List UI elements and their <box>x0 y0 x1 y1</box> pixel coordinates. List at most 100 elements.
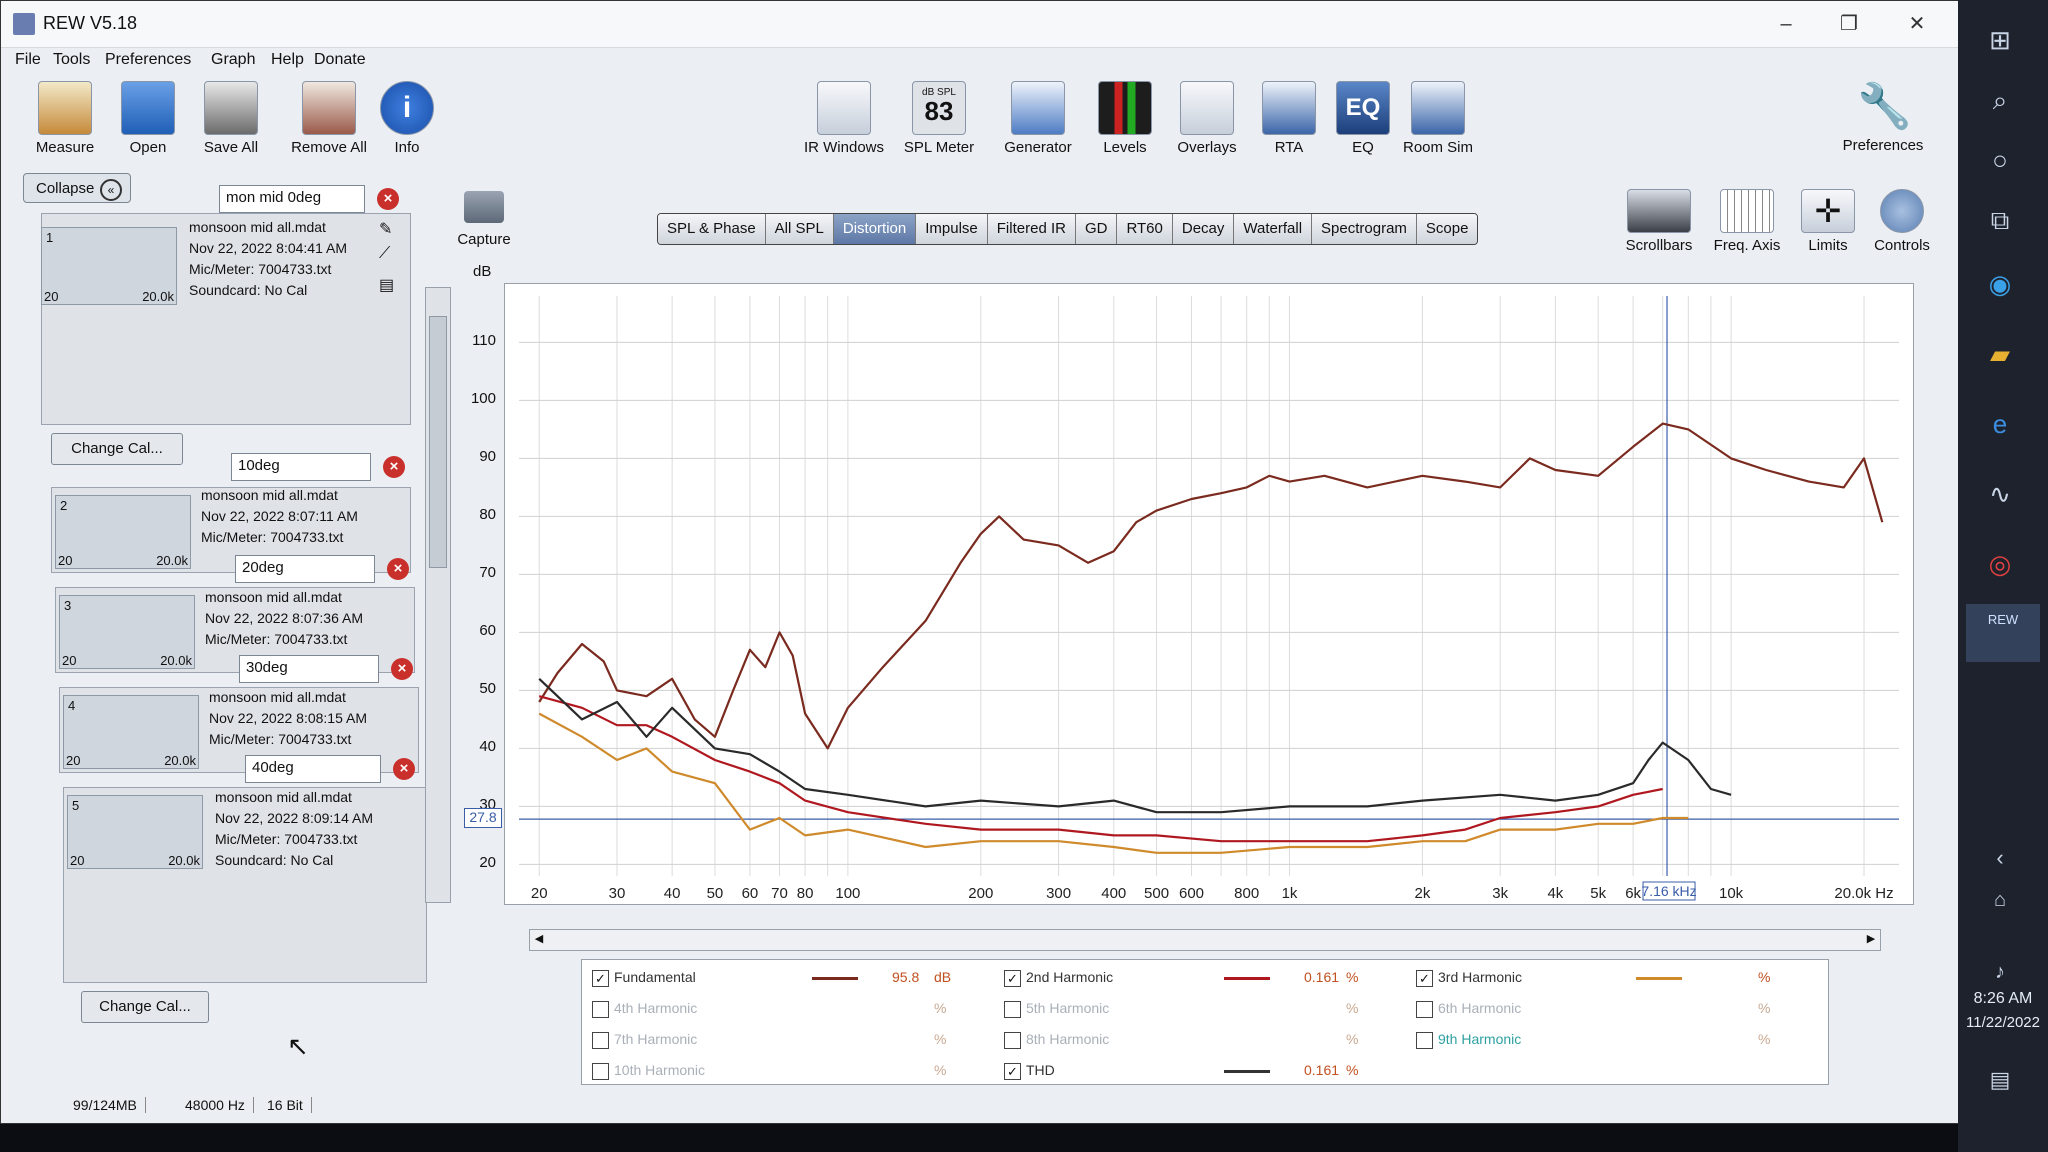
spl-meter-button[interactable]: dB SPL 83 SPL Meter <box>895 81 983 156</box>
chevron-up-icon[interactable]: ‹ <box>1980 838 2020 878</box>
distortion-graph[interactable]: 20 30 40 50 60 70 80 100 200 300 400 500 600 800 1k 2k 3… <box>504 283 1914 905</box>
menu-graph[interactable]: Graph <box>211 51 255 69</box>
tab-distortion[interactable]: Distortion <box>833 214 917 244</box>
measurement-name-field[interactable]: 20deg <box>235 555 375 583</box>
tab-filtered-ir[interactable]: Filtered IR <box>987 214 1076 244</box>
measurements-scrollbar[interactable] <box>425 287 451 903</box>
tab-waterfall[interactable]: Waterfall <box>1234 214 1313 244</box>
menu-preferences[interactable]: Preferences <box>105 51 191 69</box>
minimize-icon[interactable]: – <box>1766 9 1806 39</box>
measurement-thumbnail[interactable]: 3 20 20.0k <box>59 595 195 669</box>
tab-all-spl[interactable]: All SPL <box>765 214 834 244</box>
measurement-thumbnail[interactable]: 1 20 20.0k <box>41 227 177 305</box>
measurement-name-field[interactable]: 10deg <box>231 453 371 481</box>
scroll-left-icon[interactable]: ◀ <box>532 932 546 946</box>
measurement-thumbnail[interactable]: 2 20 20.0k <box>55 495 191 569</box>
controls-button[interactable]: Controls <box>1867 189 1937 254</box>
scrollbars-button[interactable]: Scrollbars <box>1617 189 1701 254</box>
tab-spl-phase[interactable]: SPL & Phase <box>658 214 766 244</box>
freq-axis-button[interactable]: Freq. Axis <box>1707 189 1787 254</box>
scroll-right-icon[interactable]: ▶ <box>1864 932 1878 946</box>
collapse-button[interactable]: Collapse « <box>23 173 131 203</box>
scrollbar-thumb[interactable] <box>429 316 447 568</box>
8th-harmonic-checkbox[interactable] <box>1004 1032 1021 1049</box>
room-sim-button[interactable]: Room Sim <box>1397 81 1479 156</box>
measurement-name-field[interactable]: 40deg <box>245 755 381 783</box>
3rd-harmonic-checkbox[interactable]: ✓ <box>1416 970 1433 987</box>
measurement-name-field[interactable]: 30deg <box>239 655 379 683</box>
info-button[interactable]: i Info <box>379 81 435 156</box>
change-cal-button[interactable]: Change Cal... <box>81 991 209 1023</box>
measurement-thumbnail[interactable]: 5 20 20.0k <box>67 795 203 869</box>
open-button[interactable]: Open <box>113 81 183 156</box>
volume-icon[interactable]: ♪ <box>1980 952 2020 992</box>
tab-gd[interactable]: GD <box>1075 214 1118 244</box>
tab-decay[interactable]: Decay <box>1172 214 1235 244</box>
eq-button[interactable]: EQ EQ <box>1331 81 1395 156</box>
9th-harmonic-checkbox[interactable] <box>1416 1032 1433 1049</box>
save-all-button[interactable]: Save All <box>193 81 269 156</box>
thd-checkbox[interactable]: ✓ <box>1004 1063 1021 1080</box>
search-icon[interactable]: ⌕ <box>1980 80 2020 120</box>
tab-impulse[interactable]: Impulse <box>916 214 988 244</box>
tab-scope[interactable]: Scope <box>1416 214 1478 244</box>
measure-button[interactable]: Measure <box>27 81 103 156</box>
restore-icon[interactable]: ❐ <box>1829 9 1869 39</box>
measurement-name-field[interactable]: mon mid 0deg <box>219 185 365 213</box>
collapse-chevron-icon: « <box>100 179 122 201</box>
6th-harmonic-checkbox[interactable] <box>1416 1001 1433 1018</box>
limits-button[interactable]: ✛ Limits <box>1793 189 1863 254</box>
capture-button[interactable]: Capture <box>449 191 519 248</box>
remove-measurement-icon[interactable]: × <box>387 558 409 580</box>
measurement-thumbnail[interactable]: 4 20 20.0k <box>63 695 199 769</box>
cortana-icon[interactable]: ○ <box>1980 140 2020 180</box>
preferences-button[interactable]: 🔧 Preferences <box>1833 81 1933 154</box>
2nd-harmonic-unit: % <box>1346 969 1359 985</box>
remove-measurement-icon[interactable]: × <box>393 758 415 780</box>
remove-measurement-icon[interactable]: × <box>383 456 405 478</box>
waveform-app-icon[interactable]: ∿ <box>1980 474 2020 514</box>
task-view-icon[interactable]: ⧉ <box>1980 200 2020 240</box>
internet-explorer-icon[interactable]: e <box>1980 404 2020 444</box>
graph-hscrollbar[interactable]: ◀ ▶ <box>529 929 1881 951</box>
7th-harmonic-checkbox[interactable] <box>592 1032 609 1049</box>
clock-time[interactable]: 8:26 AM <box>1958 990 2048 1008</box>
tab-spectrogram[interactable]: Spectrogram <box>1312 214 1417 244</box>
rta-button[interactable]: RTA <box>1257 81 1321 156</box>
edge-icon[interactable]: ◉ <box>1980 264 2020 304</box>
remove-measurement-icon[interactable]: × <box>391 658 413 680</box>
change-cal-button[interactable]: Change Cal... <box>51 433 183 465</box>
gear-icon <box>1880 189 1924 233</box>
ir-windows-button[interactable]: IR Windows <box>799 81 889 156</box>
menu-help[interactable]: Help <box>271 51 304 69</box>
10th-harmonic-checkbox[interactable] <box>592 1063 609 1080</box>
info-icon: i <box>380 81 434 135</box>
levels-button[interactable]: Levels <box>1093 81 1157 156</box>
notification-icon[interactable]: ▤ <box>1980 1060 2020 1100</box>
x-tick-label: 800 <box>1234 885 1259 902</box>
tab-rt60[interactable]: RT60 <box>1117 214 1173 244</box>
close-icon[interactable]: ✕ <box>1897 9 1937 39</box>
remove-all-button[interactable]: Remove All <box>281 81 377 156</box>
4th-harmonic-checkbox[interactable] <box>592 1001 609 1018</box>
clock-date[interactable]: 11/22/2022 <box>1958 1014 2048 1031</box>
overlays-button[interactable]: Overlays <box>1167 81 1247 156</box>
remove-measurement-icon[interactable]: × <box>377 188 399 210</box>
menu-file[interactable]: File <box>15 51 41 69</box>
windows-start-icon[interactable]: ⊞ <box>1980 20 2020 60</box>
distortion-chart[interactable]: 20 30 40 50 60 70 80 100 200 300 400 500 600 800 1k 2k 3… <box>505 284 1913 904</box>
notes-icon[interactable]: ▤ <box>379 275 394 295</box>
file-explorer-icon[interactable]: ▰ <box>1980 334 2020 374</box>
fundamental-checkbox[interactable]: ✓ <box>592 970 609 987</box>
menu-tools[interactable]: Tools <box>53 51 90 69</box>
menu-donate[interactable]: Donate <box>314 51 366 69</box>
media-app-icon[interactable]: ◎ <box>1980 544 2020 584</box>
generator-button[interactable]: Generator <box>993 81 1083 156</box>
edit-icon[interactable]: ✎ <box>379 219 392 239</box>
pencil-icon[interactable]: ⟋ <box>379 245 390 263</box>
network-icon[interactable]: ⌂ <box>1980 880 2020 920</box>
2nd-harmonic-checkbox[interactable]: ✓ <box>1004 970 1021 987</box>
5th-harmonic-checkbox[interactable] <box>1004 1001 1021 1018</box>
thumb-min: 20 <box>70 853 85 868</box>
rew-taskbar-button[interactable]: REW <box>1966 604 2040 662</box>
